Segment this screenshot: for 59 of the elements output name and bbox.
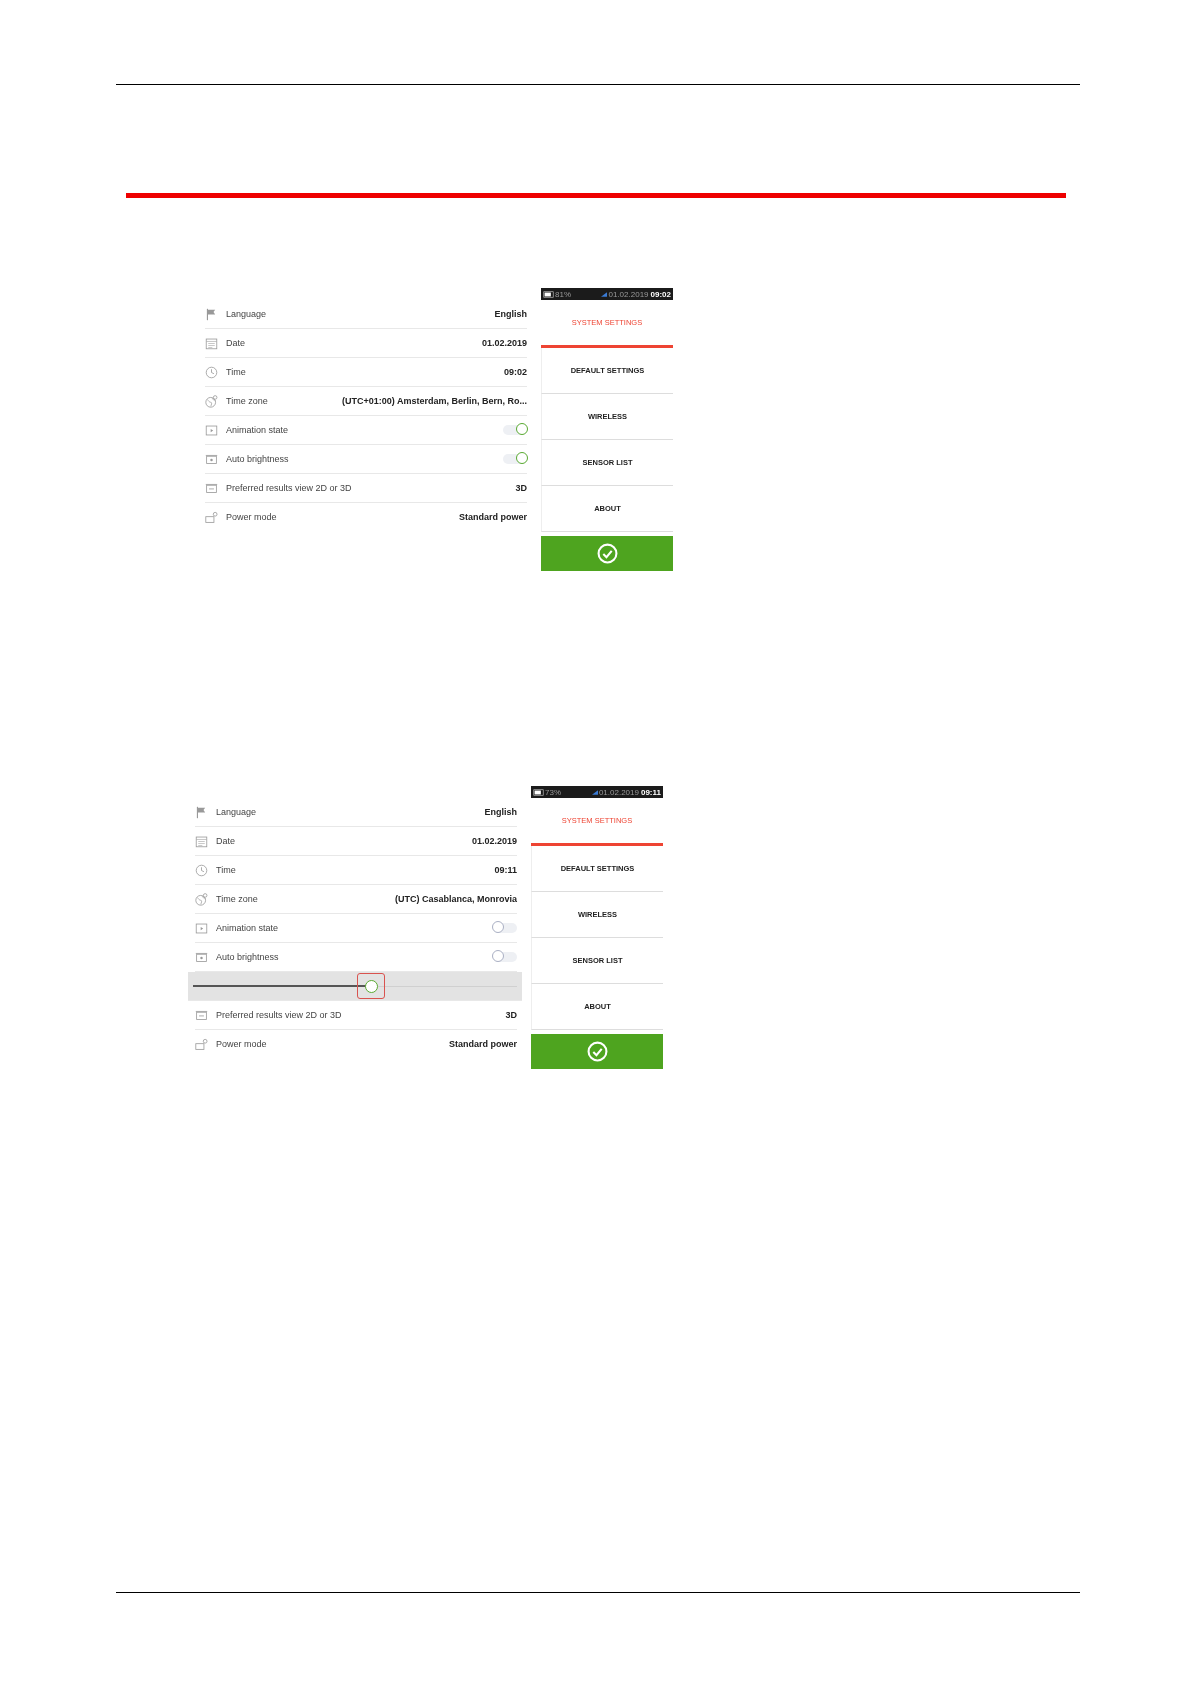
- status-time: 09:11: [640, 787, 661, 797]
- confirm-button[interactable]: [531, 1034, 663, 1069]
- globe-icon: [205, 394, 218, 408]
- setting-label: Preferred results view 2D or 3D: [216, 1010, 343, 1020]
- slider-thumb[interactable]: [357, 973, 386, 999]
- setting-label: Time: [216, 865, 237, 875]
- brightness-icon: [205, 452, 218, 466]
- battery-level: 81%: [555, 289, 571, 299]
- setting-label: Preferred results view 2D or 3D: [226, 483, 353, 493]
- brightness-icon: [195, 950, 208, 964]
- setting-label: Animation state: [226, 425, 290, 435]
- setting-value[interactable]: 3D: [515, 483, 527, 493]
- confirm-button[interactable]: [541, 536, 673, 571]
- screen-icon: [205, 481, 218, 495]
- setting-label: Auto brightness: [226, 454, 290, 464]
- setting-value[interactable]: 01.02.2019: [481, 338, 527, 348]
- status-date: 01.02.2019: [608, 289, 649, 299]
- check-icon: [586, 1041, 608, 1062]
- setting-label: Date: [226, 338, 246, 348]
- globe-icon: [195, 892, 208, 906]
- battery-level: 73%: [545, 787, 561, 797]
- flag-icon: [205, 307, 218, 321]
- setting-label: Language: [226, 309, 268, 319]
- toggle-switch[interactable]: [503, 425, 527, 435]
- flag-icon: [195, 805, 208, 819]
- signal-icon: [601, 291, 608, 297]
- play-icon: [205, 423, 218, 437]
- signal-icon: [591, 789, 598, 795]
- setting-label: Animation state: [216, 923, 280, 933]
- check-icon: [596, 543, 618, 564]
- setting-value[interactable]: 09:02: [503, 367, 527, 377]
- setting-value[interactable]: Standard power: [459, 512, 527, 522]
- status-date: 01.02.2019: [598, 787, 639, 797]
- play-icon: [195, 921, 208, 935]
- status-time: 09:02: [650, 289, 671, 299]
- screen-icon: [195, 1008, 208, 1022]
- setting-value[interactable]: English: [484, 807, 517, 817]
- setting-label: Auto brightness: [216, 952, 280, 962]
- setting-value[interactable]: 3D: [505, 1010, 517, 1020]
- setting-value[interactable]: 09:11: [494, 865, 517, 875]
- setting-value[interactable]: 01.02.2019: [471, 836, 517, 846]
- toggle-switch[interactable]: [493, 952, 517, 962]
- setting-value[interactable]: English: [494, 309, 527, 319]
- setting-label: Time zone: [226, 396, 269, 406]
- setting-label: Language: [216, 807, 258, 817]
- toggle-switch[interactable]: [493, 923, 517, 933]
- setting-label: Time zone: [216, 894, 259, 904]
- setting-label: Time: [226, 367, 247, 377]
- toggle-switch[interactable]: [503, 454, 527, 464]
- setting-label: Date: [216, 836, 236, 846]
- setting-label: Power mode: [226, 512, 278, 522]
- setting-label: Power mode: [216, 1039, 268, 1049]
- calendar-icon: [195, 834, 208, 848]
- setting-value[interactable]: (UTC+01:00) Amsterdam, Berlin, Bern, Ro...: [342, 396, 527, 406]
- setting-value[interactable]: Standard power: [449, 1039, 517, 1049]
- clock-icon: [205, 365, 218, 379]
- calendar-icon: [205, 336, 218, 350]
- setting-value[interactable]: (UTC) Casablanca, Monrovia: [394, 894, 517, 904]
- clock-icon: [195, 863, 208, 877]
